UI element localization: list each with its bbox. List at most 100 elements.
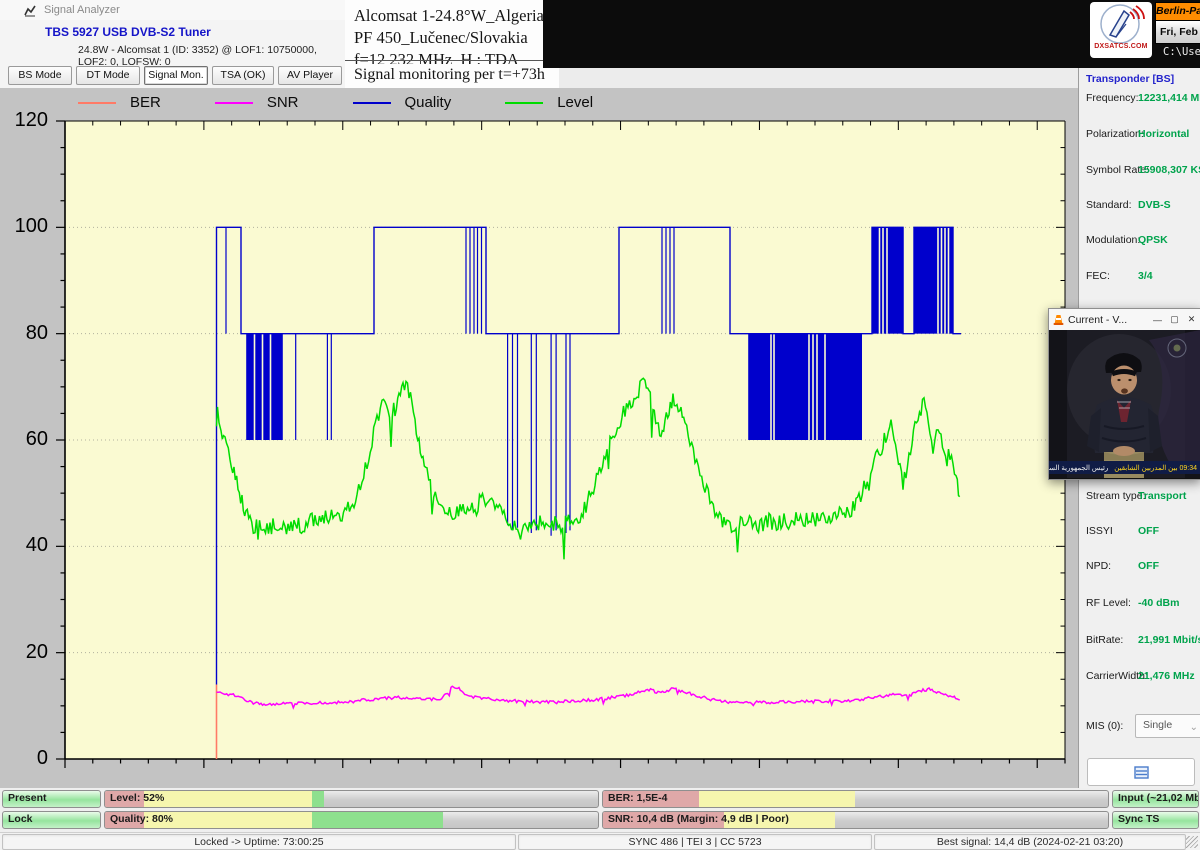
vlc-close-button[interactable]: ✕ <box>1183 314 1200 325</box>
console-command-line: C:\Users\Roman Dávid>Signal monitoring_P… <box>1163 46 1200 58</box>
chart-region: BERSNRQualityLevel 020406080100120 <box>0 88 1078 788</box>
signal-analyzer-app: Signal Analyzer TBS 5927 USB DVB-S2 Tune… <box>0 0 1200 850</box>
ticker-highlight: 09:34 بين المدربين الشابقين <box>1111 464 1200 472</box>
tab-tsa[interactable]: TSA (OK) <box>212 66 274 85</box>
transponder-row: Symbol Rate:15908,307 KS/s <box>1079 164 1200 180</box>
chevron-down-icon: ⌄ <box>1190 718 1198 738</box>
console-window: DXSATCS.COM Berlin-Paris-Vienna-RomaFri,… <box>543 0 1200 68</box>
mis-value: Single <box>1143 719 1172 731</box>
vlc-title: Current - V... <box>1068 314 1149 326</box>
resize-grip[interactable] <box>1186 836 1198 848</box>
transponder-value: Horizontal <box>1138 128 1189 140</box>
app-icon <box>24 5 36 17</box>
input-indicator: Input (~21,02 Mbps) <box>1112 790 1199 808</box>
tab-bs-mode[interactable]: BS Mode <box>8 66 72 85</box>
y-tick-label: 20 <box>4 641 48 664</box>
transponder-value: OFF <box>1138 525 1159 537</box>
station-name: PF 450_Lučenec/Slovakia <box>354 28 528 48</box>
transponder-value: Transport <box>1138 490 1186 502</box>
transponder-row: Standard: DVB-S <box>1079 199 1200 215</box>
y-tick-label: 100 <box>4 215 48 238</box>
clock-time-row: Fri, Feb 2306:14:54 <box>1156 21 1200 43</box>
transponder-value: QPSK <box>1138 234 1168 246</box>
transponder-label: Polarization: <box>1086 128 1144 140</box>
transponder-value: -40 dBm <box>1138 597 1179 609</box>
y-tick-label: 0 <box>4 747 48 770</box>
ticker-text: رئيس الجمهورية السيد عبد المجيد تبون <box>1049 464 1111 472</box>
transponder-row: RF Level: -40 dBm <box>1079 597 1200 613</box>
transponder-value: 15908,307 KS/s <box>1138 164 1200 176</box>
vlc-maximize-button[interactable]: ▢ <box>1166 314 1183 325</box>
transponder-row: Frequency:12231,414 MHz <box>1079 92 1200 108</box>
transponder-label: BitRate: <box>1086 634 1123 646</box>
transponder-value: DVB-S <box>1138 199 1171 211</box>
legend-label: BER <box>130 94 161 111</box>
signal-chart <box>53 119 1077 783</box>
transponder-value: OFF <box>1138 560 1159 572</box>
transponder-label: NPD: <box>1086 560 1111 572</box>
legend-label: SNR <box>267 94 299 111</box>
legend-item: Level <box>505 94 593 111</box>
bar-fill-segment <box>699 791 856 807</box>
transponder-row: BitRate: 21,991 Mbit/s <box>1079 634 1200 650</box>
legend-item: Quality <box>353 94 452 111</box>
vlc-cone-icon <box>1053 314 1064 326</box>
transponder-row: NPD: OFF <box>1079 560 1200 576</box>
gap-strip <box>559 68 1078 88</box>
clock-city: Berlin-Paris-Vienna-Roma <box>1156 3 1200 21</box>
statusbar-uptime: Locked -> Uptime: 73:00:25 <box>2 834 516 850</box>
stream-list-button[interactable] <box>1087 758 1195 786</box>
transponder-row: CarrierWidth:21,476 MHz <box>1079 670 1200 686</box>
bar-fill-segment <box>312 812 443 828</box>
statusbar-best-signal: Best signal: 14,4 dB (2024-02-21 03:20) <box>874 834 1186 850</box>
window-titlebar: Signal Analyzer <box>0 0 345 20</box>
vlc-titlebar[interactable]: Current - V... — ▢ ✕ <box>1049 309 1200 331</box>
tuner-details: 24.8W - Alcomsat 1 (ID: 3352) @ LOF1: 10… <box>78 44 345 68</box>
statusbar-sync-counters: SYNC 486 | TEI 3 | CC 5723 <box>518 834 872 850</box>
clock-cell: Berlin-Paris-Vienna-RomaFri, Feb 2306:14… <box>1156 3 1200 43</box>
transponder-label: ISSYI <box>1086 525 1113 537</box>
y-tick-label: 60 <box>4 428 48 451</box>
transponder-value: 3/4 <box>1138 270 1153 282</box>
transponder-label: RF Level: <box>1086 597 1131 609</box>
tab-signal-mon[interactable]: Signal Mon. <box>144 66 208 85</box>
chart-legend: BER SNR Quality Level <box>78 94 593 111</box>
transponder-label: Stream type: <box>1086 490 1146 502</box>
lock-indicator: Lock <box>2 811 101 829</box>
playlist-icon <box>1134 766 1149 779</box>
y-tick-label: 40 <box>4 534 48 557</box>
vlc-video-frame[interactable]: 09:34 بين المدربين الشابقين رئيس الجمهور… <box>1049 330 1200 478</box>
ber-bar: BER: 1,5E-4 <box>602 790 1109 808</box>
transponder-title: Transponder [BS] <box>1086 73 1174 85</box>
legend-item: BER <box>78 94 161 111</box>
tab-dt-mode[interactable]: DT Mode <box>76 66 140 85</box>
sync-ts-indicator: Sync TS <box>1112 811 1199 829</box>
tab-av-player[interactable]: AV Player <box>278 66 342 85</box>
clock-date: Fri, Feb 23 <box>1160 26 1200 38</box>
header-divider <box>345 60 559 61</box>
tuner-panel: Signal Analyzer TBS 5927 USB DVB-S2 Tune… <box>0 0 346 88</box>
transponder-label: Standard: <box>1086 199 1132 211</box>
mis-label: MIS (0): <box>1086 720 1123 732</box>
transponder-value: 21,991 Mbit/s <box>1138 634 1200 646</box>
mis-select[interactable]: Single ⌄ <box>1135 714 1200 738</box>
vlc-minimize-button[interactable]: — <box>1149 315 1166 325</box>
transponder-row: ISSYI OFF <box>1079 525 1200 541</box>
vlc-window[interactable]: Current - V... — ▢ ✕ <box>1048 308 1200 480</box>
legend-swatch <box>353 102 391 104</box>
satellite-dish-icon <box>1096 3 1146 45</box>
y-tick-label: 120 <box>4 109 48 132</box>
signal-bars-zone: Present Level: 52% BER: 1,5E-4 Input (~2… <box>0 788 1200 832</box>
present-indicator: Present <box>2 790 101 808</box>
statusbar: Locked -> Uptime: 73:00:25 SYNC 486 | TE… <box>0 832 1200 850</box>
transponder-row: Polarization:Horizontal <box>1079 128 1200 144</box>
legend-swatch <box>78 102 116 104</box>
dxsatcs-logo: DXSATCS.COM <box>1090 2 1152 58</box>
snr-bar: SNR: 10,4 dB (Margin: 4,9 dB | Poor) <box>602 811 1109 829</box>
tuner-name: TBS 5927 USB DVB-S2 Tuner <box>45 25 211 39</box>
legend-item: SNR <box>215 94 299 111</box>
transponder-value: 12231,414 MHz <box>1138 92 1200 104</box>
transponder-row: FEC:3/4 <box>1079 270 1200 286</box>
sidebar-button-panel <box>1078 752 1200 788</box>
video-still <box>1049 330 1200 478</box>
